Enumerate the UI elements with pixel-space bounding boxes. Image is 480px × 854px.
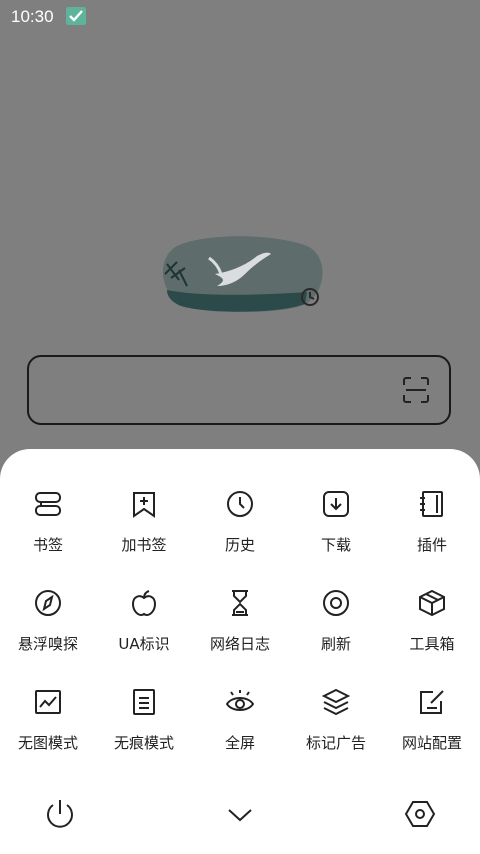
- menu-item-label: 插件: [416, 536, 447, 554]
- refresh-icon: [323, 590, 349, 616]
- menu-item-label: 下载: [320, 536, 351, 554]
- menu-item-label: 无痕模式: [113, 734, 174, 752]
- layers-icon: [321, 688, 351, 716]
- menu-item-mark-ads[interactable]: 标记广告: [288, 687, 384, 777]
- menu-item-label: 标记广告: [305, 734, 366, 752]
- menu-item-label: UA标识: [118, 635, 170, 653]
- hexagon-settings-icon: [404, 801, 436, 827]
- menu-item-incognito[interactable]: 无痕模式: [96, 687, 192, 777]
- menu-item-history[interactable]: 历史: [192, 489, 288, 579]
- menu-item-network-log[interactable]: 网络日志: [192, 588, 288, 678]
- document-icon: [133, 689, 155, 715]
- menu-item-add-bookmark[interactable]: 加书签: [96, 489, 192, 579]
- menu-item-label: 网站配置: [401, 734, 462, 752]
- menu-item-plugins[interactable]: 插件: [384, 489, 480, 579]
- menu-item-refresh[interactable]: 刷新: [288, 588, 384, 678]
- compass-icon: [35, 590, 61, 616]
- menu-item-label: 工具箱: [409, 635, 455, 653]
- chevron-down-icon: [228, 809, 252, 822]
- status-bar: 10:30: [0, 0, 480, 34]
- menu-item-label: 加书签: [121, 536, 167, 554]
- power-button[interactable]: [40, 794, 80, 834]
- menu-item-label: 书签: [32, 536, 63, 554]
- check-notification-icon: [66, 7, 86, 25]
- menu-item-toolbox[interactable]: 工具箱: [384, 588, 480, 678]
- menu-item-label: 网络日志: [209, 635, 270, 653]
- menu-sheet: 书签 加书签 历史 下载 插件 悬浮嗅探 UA标识 网络日志 刷新 工具箱 无图…: [0, 449, 480, 854]
- clock-icon: [227, 491, 253, 517]
- plugin-icon: [420, 491, 443, 517]
- menu-item-label: 刷新: [320, 635, 351, 653]
- scan-icon[interactable]: [403, 377, 429, 403]
- settings-button[interactable]: [400, 794, 440, 834]
- menu-item-no-image[interactable]: 无图模式: [0, 687, 96, 777]
- box-icon: [419, 589, 445, 617]
- hourglass-icon: [232, 590, 248, 616]
- menu-item-label: 历史: [224, 536, 255, 554]
- menu-item-floating-sniff[interactable]: 悬浮嗅探: [0, 588, 96, 678]
- add-bookmark-icon: [133, 492, 155, 518]
- menu-item-label: 无图模式: [17, 734, 78, 752]
- menu-item-label: 全屏: [224, 734, 255, 752]
- menu-item-download[interactable]: 下载: [288, 489, 384, 579]
- search-input[interactable]: [27, 355, 451, 425]
- download-icon: [323, 491, 349, 517]
- menu-item-fullscreen[interactable]: 全屏: [192, 687, 288, 777]
- eye-icon: [225, 690, 255, 711]
- menu-item-ua[interactable]: UA标识: [96, 588, 192, 678]
- status-time: 10:30: [11, 7, 54, 26]
- menu-item-bookmarks[interactable]: 书签: [0, 489, 96, 579]
- edit-icon: [420, 690, 444, 714]
- image-icon: [35, 690, 61, 714]
- menu-item-label: 悬浮嗅探: [17, 635, 78, 653]
- bookmark-icon: [35, 492, 61, 516]
- menu-item-site-config[interactable]: 网站配置: [384, 687, 480, 777]
- power-icon: [47, 800, 73, 828]
- collapse-button[interactable]: [220, 794, 260, 834]
- apple-icon: [131, 590, 157, 617]
- browser-logo: [162, 236, 323, 312]
